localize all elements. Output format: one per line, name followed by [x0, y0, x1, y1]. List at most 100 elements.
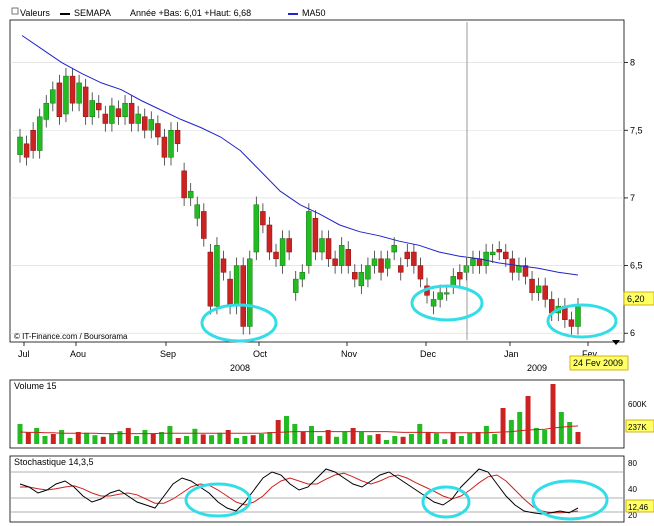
volume-bar [184, 436, 190, 444]
candle-body [575, 305, 581, 327]
candle-body [155, 123, 161, 138]
candle-body [437, 292, 443, 300]
month-label: Jan [504, 349, 519, 359]
volume-bar [558, 412, 564, 444]
volume-bar [358, 432, 364, 444]
volume-bar [59, 430, 65, 444]
candle-body [371, 258, 378, 266]
candle-body [30, 130, 36, 151]
volume-bar [375, 434, 381, 444]
volume-bar [333, 436, 339, 444]
candle-body [398, 265, 404, 273]
candle-body [56, 82, 63, 117]
volume-bar [84, 432, 90, 444]
candle-body [266, 224, 273, 253]
volume-bar [475, 432, 481, 444]
candle-body [194, 204, 200, 219]
candle-body [63, 75, 69, 115]
stock-chart: Valeurs SEMAPA Année +Bas: 6,01 +Haut: 6… [9, 7, 654, 523]
date-tag-text: 24 Fev 2009 [573, 358, 623, 368]
candle-body [358, 272, 365, 287]
volume-bar [542, 430, 548, 444]
volume-bar [284, 416, 290, 444]
header-ma-label: MA50 [302, 8, 326, 18]
candle-body [292, 278, 299, 293]
volume-bar [433, 433, 439, 444]
price-tick-label: 7,5 [630, 125, 643, 135]
year-label: 2008 [230, 363, 250, 373]
candle-body [17, 136, 23, 155]
month-label: Dec [420, 349, 437, 359]
volume-bar [42, 436, 48, 444]
volume-bar [483, 426, 489, 444]
candle-body [338, 245, 345, 266]
candle-body [115, 108, 122, 117]
candle-body [161, 136, 168, 158]
candle-body [542, 285, 548, 300]
volume-bar [350, 428, 356, 444]
month-label: Oct [253, 349, 268, 359]
candle-body [109, 105, 115, 124]
candle-body [214, 245, 220, 307]
candle-body [568, 319, 575, 327]
candle-body [535, 285, 542, 293]
candle-body [279, 238, 286, 266]
candle-body [417, 265, 424, 280]
candle-body [319, 238, 325, 253]
candle-body [201, 211, 207, 239]
candle-body [299, 272, 306, 280]
candle-body [174, 130, 181, 145]
volume-bar [142, 430, 148, 444]
volume-bar [308, 426, 314, 444]
candle-body [430, 299, 437, 307]
header-range: Année +Bas: 6,01 +Haut: 6,68 [130, 8, 251, 18]
candle-body [345, 249, 351, 266]
month-label: Nov [341, 349, 358, 359]
volume-bar [200, 434, 206, 444]
candle-body [82, 86, 89, 117]
candle-body [181, 170, 187, 199]
volume-bar [167, 426, 173, 444]
candle-body [503, 251, 509, 260]
candle-body [89, 100, 95, 117]
candle-body [220, 258, 227, 273]
candle-body [391, 245, 397, 253]
volume-bar [100, 436, 106, 444]
volume-bar [400, 436, 406, 444]
volume-bar [550, 384, 556, 444]
header-valeurs: Valeurs [20, 8, 50, 18]
candle-body [332, 258, 338, 266]
volume-bar [109, 434, 115, 444]
volume-bar [392, 436, 398, 444]
candle-body [378, 258, 384, 273]
volume-title: Volume 15 [14, 381, 57, 391]
candle-body [141, 116, 148, 131]
candle-body [23, 143, 30, 158]
volume-bar [25, 432, 31, 444]
candle-body [496, 249, 502, 253]
candle-body [50, 89, 56, 104]
volume-bar [292, 424, 298, 444]
volume-bar [467, 432, 473, 444]
month-label: Aou [70, 349, 86, 359]
candle-body [273, 251, 279, 260]
candle-body [240, 265, 246, 327]
volume-bar [492, 434, 498, 444]
year-label: 2009 [527, 363, 547, 373]
time-axis: Jul Aou Sep Oct Nov Dec Jan Fev2008 2009 [18, 342, 598, 373]
volume-bar [450, 432, 456, 444]
volume-bar [525, 396, 531, 444]
candle-body [247, 258, 253, 327]
volume-bar [242, 436, 248, 444]
volume-bar [192, 428, 198, 444]
volume-bar [92, 435, 98, 444]
candle-body [36, 116, 43, 151]
volume-bar [267, 432, 273, 444]
candle-body [76, 82, 82, 104]
month-label: Sep [160, 349, 176, 359]
candle-body [168, 130, 174, 158]
volume-bar [234, 438, 240, 444]
candle-body [470, 258, 476, 266]
volume-bar [209, 435, 215, 444]
volume-bar [408, 434, 414, 444]
